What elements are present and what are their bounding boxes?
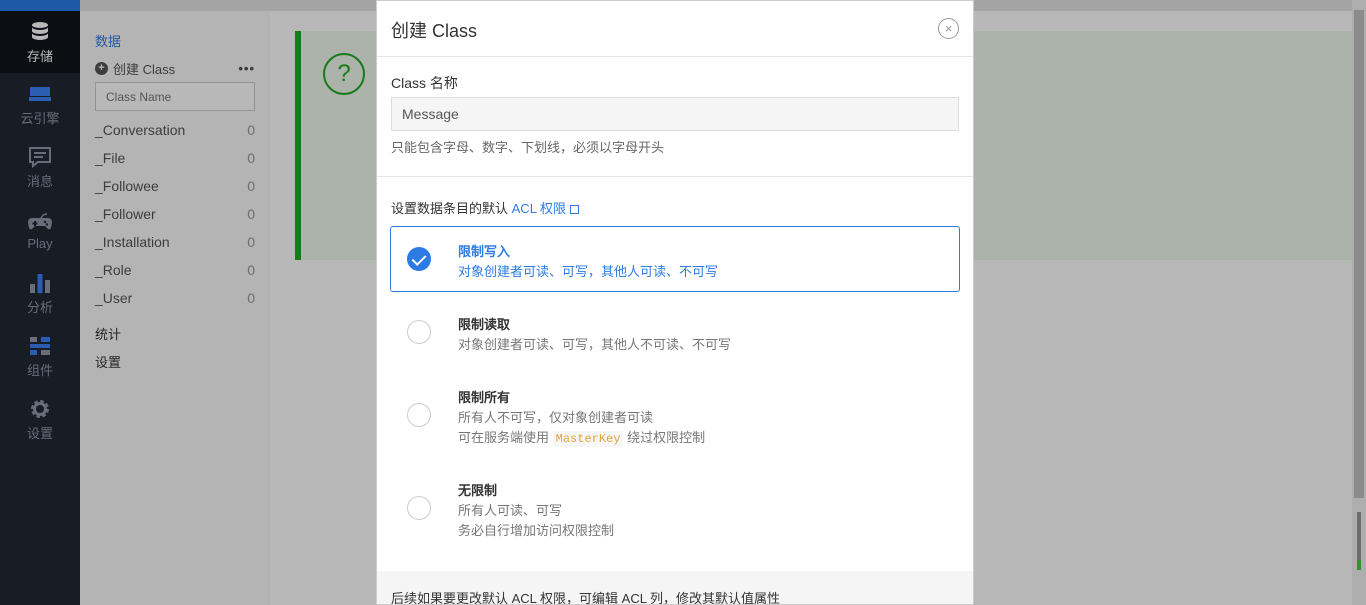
acl-option-restrict-all[interactable]: 限制所有 所有人不可写，仅对象创建者可读 可在服务端使用 MasterKey 绕… — [390, 372, 960, 458]
radio-unchecked[interactable] — [407, 320, 431, 344]
class-name-label: Class 名称 — [391, 75, 458, 91]
acl-option-restrict-read[interactable]: 限制读取 对象创建者可读、可写，其他人不可读、不可写 — [390, 299, 960, 365]
dialog-title: 创建 Class — [391, 21, 478, 41]
acl-option-restrict-write[interactable]: 限制写入 对象创建者可读、可写，其他人可读、不可写 — [390, 226, 960, 292]
option-title: 限制读取 — [458, 317, 511, 332]
masterkey-code: MasterKey — [552, 431, 624, 447]
option-desc: 所有人不可写，仅对象创建者可读 — [458, 410, 654, 425]
option-desc: 对象创建者可读、可写，其他人不可读、不可写 — [458, 337, 732, 352]
dialog-header: 创建 Class × — [377, 1, 973, 57]
dialog-footer-note: 后续如果要更改默认 ACL 权限，可编辑 ACL 列，修改其默认值属性 — [377, 571, 973, 604]
option-title: 无限制 — [458, 483, 498, 498]
desc-suffix: 绕过权限控制 — [627, 430, 706, 445]
acl-option-unrestricted[interactable]: 无限制 所有人可读、可写 务必自行增加访问权限控制 — [390, 465, 960, 551]
acl-label: 设置数据条目的默认 ACL 权限 — [391, 198, 580, 217]
class-name-hint: 只能包含字母、数字、下划线，必须以字母开头 — [391, 140, 665, 155]
acl-doc-link[interactable]: ACL 权限 — [512, 201, 566, 216]
option-title: 限制所有 — [458, 390, 511, 405]
option-desc: 对象创建者可读、可写，其他人可读、不可写 — [458, 264, 719, 279]
class-name-input[interactable] — [391, 97, 959, 131]
close-icon[interactable]: × — [938, 18, 959, 39]
option-desc-2: 可在服务端使用 MasterKey 绕过权限控制 — [458, 427, 706, 447]
option-desc: 所有人可读、可写 — [458, 503, 563, 518]
external-link-icon[interactable] — [570, 205, 580, 214]
acl-label-text: 设置数据条目的默认 — [391, 201, 509, 216]
option-desc-2: 务必自行增加访问权限控制 — [458, 523, 615, 538]
radio-unchecked[interactable] — [407, 496, 431, 520]
desc-prefix: 可在服务端使用 — [458, 430, 550, 445]
option-title: 限制写入 — [458, 244, 511, 259]
radio-unchecked[interactable] — [407, 403, 431, 427]
radio-checked[interactable] — [407, 247, 431, 271]
class-name-section: Class 名称 只能包含字母、数字、下划线，必须以字母开头 — [377, 57, 973, 177]
create-class-dialog: 创建 Class × Class 名称 只能包含字母、数字、下划线，必须以字母开… — [376, 0, 974, 605]
